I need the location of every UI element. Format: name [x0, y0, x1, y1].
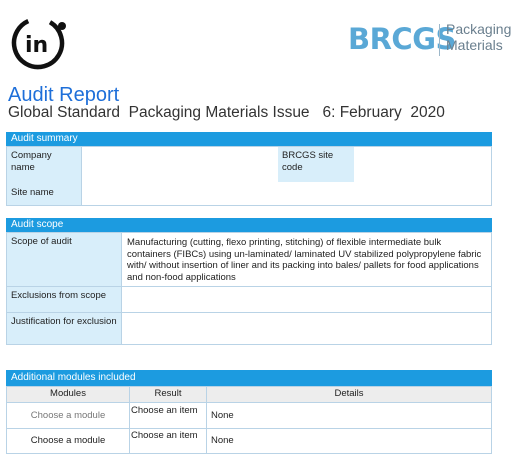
audit-summary-header: Audit summary	[6, 132, 492, 146]
additional-modules-header: Additional modules included	[6, 370, 492, 386]
result-select-2[interactable]: Choose an item	[131, 430, 205, 453]
logo-divider	[439, 24, 440, 56]
audit-scope-header: Audit scope	[6, 218, 492, 232]
brcgs-site-code-field[interactable]	[354, 147, 491, 182]
page-subtitle: Global Standard Packaging Materials Issu…	[8, 104, 445, 121]
details-column-header: Details	[207, 387, 491, 402]
result-column-divider	[206, 386, 207, 454]
module-select-1[interactable]: Choose a module	[7, 403, 129, 428]
justification-field[interactable]	[122, 313, 491, 344]
company-name-label: Company name	[7, 147, 81, 182]
modules-column-header: Modules	[7, 387, 129, 402]
exclusions-label: Exclusions from scope	[7, 287, 121, 312]
exclusions-field[interactable]	[122, 287, 491, 312]
justification-label: Justification for exclusion	[7, 313, 121, 344]
brcgs-packaging-logo: BRCGS Packaging Materials	[348, 20, 512, 60]
brcgs-site-code-label: BRCGS site code	[278, 147, 354, 182]
intertek-in-logo: in	[11, 16, 66, 70]
result-column-header: Result	[130, 387, 206, 402]
summary-divider	[81, 146, 82, 206]
brcgs-subtitle: Packaging Materials	[446, 21, 512, 53]
scope-divider	[121, 232, 122, 345]
svg-text:in: in	[25, 33, 48, 58]
modules-column-divider	[129, 386, 130, 454]
details-value-2[interactable]: None	[211, 429, 491, 453]
scope-of-audit-value[interactable]: Manufacturing (cutting, flexo printing, …	[122, 233, 491, 286]
company-name-field[interactable]	[82, 147, 278, 182]
details-value-1[interactable]: None	[211, 403, 491, 428]
site-name-label: Site name	[7, 182, 81, 205]
scope-of-audit-label: Scope of audit	[7, 233, 121, 286]
result-select-1[interactable]: Choose an item	[131, 405, 205, 428]
module-select-2[interactable]: Choose a module	[7, 429, 129, 453]
site-name-field[interactable]	[82, 182, 491, 205]
